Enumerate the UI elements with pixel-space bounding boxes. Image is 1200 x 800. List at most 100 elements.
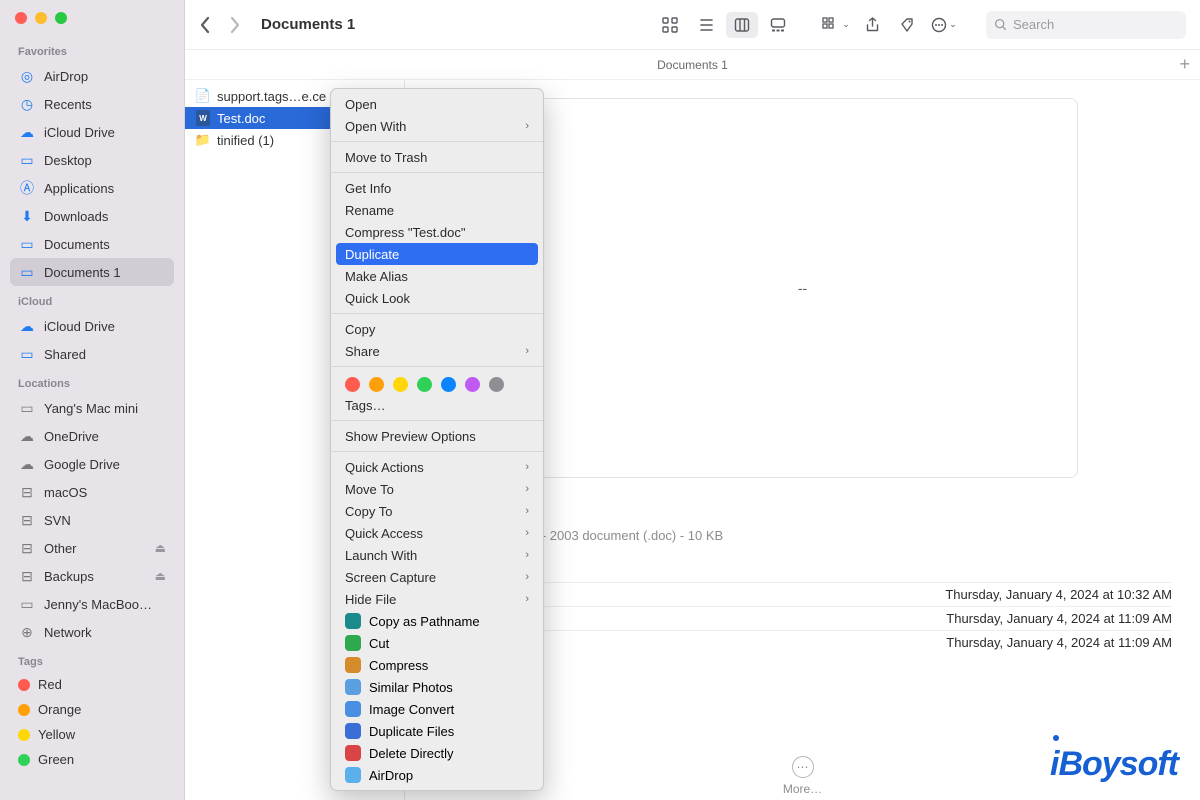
eject-icon[interactable]: ⏏ — [155, 569, 166, 583]
sidebar-tag-yellow[interactable]: Yellow — [10, 722, 174, 747]
sidebar-item-macos[interactable]: ⊟macOS — [10, 478, 174, 506]
menu-item-screen-capture[interactable]: Screen Capture› — [331, 566, 543, 588]
menu-item-duplicate-files[interactable]: Duplicate Files — [331, 720, 543, 742]
menu-item-make-alias[interactable]: Make Alias — [331, 265, 543, 287]
section-favorites: Favorites — [18, 46, 174, 58]
sidebar-tag-red[interactable]: Red — [10, 672, 174, 697]
sidebar-item-icloud-drive[interactable]: ☁iCloud Drive — [10, 312, 174, 340]
menu-item-rename[interactable]: Rename — [331, 199, 543, 221]
forward-button[interactable] — [229, 16, 241, 34]
sidebar-item-label: Downloads — [44, 209, 108, 224]
menu-item-cut[interactable]: Cut — [331, 632, 543, 654]
menu-item-open-with[interactable]: Open With› — [331, 115, 543, 137]
list-view-button[interactable] — [690, 12, 722, 38]
menu-item-hide-file[interactable]: Hide File› — [331, 588, 543, 610]
sidebar-tag-green[interactable]: Green — [10, 747, 174, 772]
menu-app-icon — [345, 723, 361, 739]
sidebar-item-label: Google Drive — [44, 457, 120, 472]
tag-color-circle[interactable] — [369, 377, 384, 392]
chevron-right-icon: › — [525, 120, 529, 132]
sidebar-item-desktop[interactable]: ▭Desktop — [10, 146, 174, 174]
search-field[interactable]: Search — [986, 11, 1186, 39]
sidebar-item-label: Other — [44, 541, 77, 556]
menu-item-move-to-trash[interactable]: Move to Trash — [331, 146, 543, 168]
menu-item-copy-to[interactable]: Copy To› — [331, 500, 543, 522]
sidebar-item-google-drive[interactable]: ☁Google Drive — [10, 450, 174, 478]
context-menu: OpenOpen With› Move to Trash Get InfoRenam… — [330, 88, 544, 791]
menu-item-delete-directly[interactable]: Delete Directly — [331, 742, 543, 764]
toolbar: Documents 1 ⌄ ⌄ Search — [185, 0, 1200, 50]
sidebar-item-jenny-s-macboo-[interactable]: ▭Jenny's MacBoo… — [10, 590, 174, 618]
sidebar-item-documents-1[interactable]: ▭Documents 1 — [10, 258, 174, 286]
minimize-button[interactable] — [35, 12, 47, 24]
sidebar-item-airdrop[interactable]: ◎AirDrop — [10, 62, 174, 90]
sidebar-item-recents[interactable]: ◷Recents — [10, 90, 174, 118]
chevron-right-icon: › — [525, 527, 529, 539]
sidebar-icon: ▭ — [18, 235, 36, 253]
tag-color-circle[interactable] — [441, 377, 456, 392]
tag-dot — [18, 754, 30, 766]
sidebar-item-onedrive[interactable]: ☁ OneDrive — [10, 422, 174, 450]
share-button[interactable] — [856, 12, 888, 38]
menu-item-quick-access[interactable]: Quick Access› — [331, 522, 543, 544]
group-button[interactable]: ⌄ — [820, 12, 852, 38]
menu-item-quick-actions[interactable]: Quick Actions› — [331, 456, 543, 478]
sidebar-item-documents[interactable]: ▭Documents — [10, 230, 174, 258]
sidebar-item-backups[interactable]: ⊟ Backups ⏏ — [10, 562, 174, 590]
icon-view-button[interactable] — [654, 12, 686, 38]
maximize-button[interactable] — [55, 12, 67, 24]
tag-button[interactable] — [892, 12, 924, 38]
file-icon: 📄 — [195, 88, 211, 104]
sidebar-item-network[interactable]: ⊕Network — [10, 618, 174, 646]
close-button[interactable] — [15, 12, 27, 24]
tag-color-circle[interactable] — [417, 377, 432, 392]
menu-item-compress[interactable]: Compress — [331, 654, 543, 676]
sidebar-item-yang-s-mac-mini[interactable]: ▭Yang's Mac mini — [10, 394, 174, 422]
sidebar-item-downloads[interactable]: ⬇Downloads — [10, 202, 174, 230]
tag-color-circle[interactable] — [465, 377, 480, 392]
file-name: support.tags…e.ce — [217, 89, 326, 104]
tab-title[interactable]: Documents 1 — [657, 58, 728, 72]
menu-separator — [331, 172, 543, 173]
action-button[interactable]: ⌄ — [928, 12, 960, 38]
menu-item-share[interactable]: Share› — [331, 340, 543, 362]
chevron-right-icon: › — [525, 345, 529, 357]
tag-color-circle[interactable] — [393, 377, 408, 392]
menu-item-copy[interactable]: Copy — [331, 318, 543, 340]
sidebar-item-icloud-drive[interactable]: ☁iCloud Drive — [10, 118, 174, 146]
eject-icon[interactable]: ⏏ — [155, 541, 166, 555]
menu-item-airdrop[interactable]: AirDrop — [331, 764, 543, 786]
menu-item-get-info[interactable]: Get Info — [331, 177, 543, 199]
menu-item-image-convert[interactable]: Image Convert — [331, 698, 543, 720]
column-view-button[interactable] — [726, 12, 758, 38]
watermark: iBoysoft — [1050, 745, 1178, 784]
gallery-view-button[interactable] — [762, 12, 794, 38]
tag-color-circle[interactable] — [489, 377, 504, 392]
more-icon: ⋯ — [792, 756, 814, 778]
menu-item-open[interactable]: Open — [331, 93, 543, 115]
sidebar-item-svn[interactable]: ⊟SVN — [10, 506, 174, 534]
sidebar-item-label: OneDrive — [44, 429, 99, 444]
sidebar-item-label: Network — [44, 625, 92, 640]
menu-item-move-to[interactable]: Move To› — [331, 478, 543, 500]
sidebar-tag-orange[interactable]: Orange — [10, 697, 174, 722]
sidebar-item-label: Backups — [44, 569, 94, 584]
menu-item-compress-test-doc-[interactable]: Compress "Test.doc" — [331, 221, 543, 243]
menu-item-copy-as-pathname[interactable]: Copy as Pathname — [331, 610, 543, 632]
tag-color-circle[interactable] — [345, 377, 360, 392]
back-button[interactable] — [199, 16, 211, 34]
menu-item-tags-[interactable]: Tags… — [331, 394, 543, 416]
view-switcher — [654, 12, 794, 38]
sidebar-icon: ☁ — [18, 427, 36, 445]
menu-item-similar-photos[interactable]: Similar Photos — [331, 676, 543, 698]
new-tab-button[interactable]: + — [1179, 54, 1190, 75]
sidebar-item-other[interactable]: ⊟Other⏏ — [10, 534, 174, 562]
menu-item-show-preview-options[interactable]: Show Preview Options — [331, 425, 543, 447]
menu-item-quick-look[interactable]: Quick Look — [331, 287, 543, 309]
sidebar-icon: ⊟ — [18, 567, 36, 585]
sidebar-item-applications[interactable]: ⒶApplications — [10, 174, 174, 202]
sidebar-item-label: Documents 1 — [44, 265, 121, 280]
sidebar-item-shared[interactable]: ▭Shared — [10, 340, 174, 368]
menu-item-duplicate[interactable]: Duplicate — [336, 243, 538, 265]
menu-item-launch-with[interactable]: Launch With› — [331, 544, 543, 566]
